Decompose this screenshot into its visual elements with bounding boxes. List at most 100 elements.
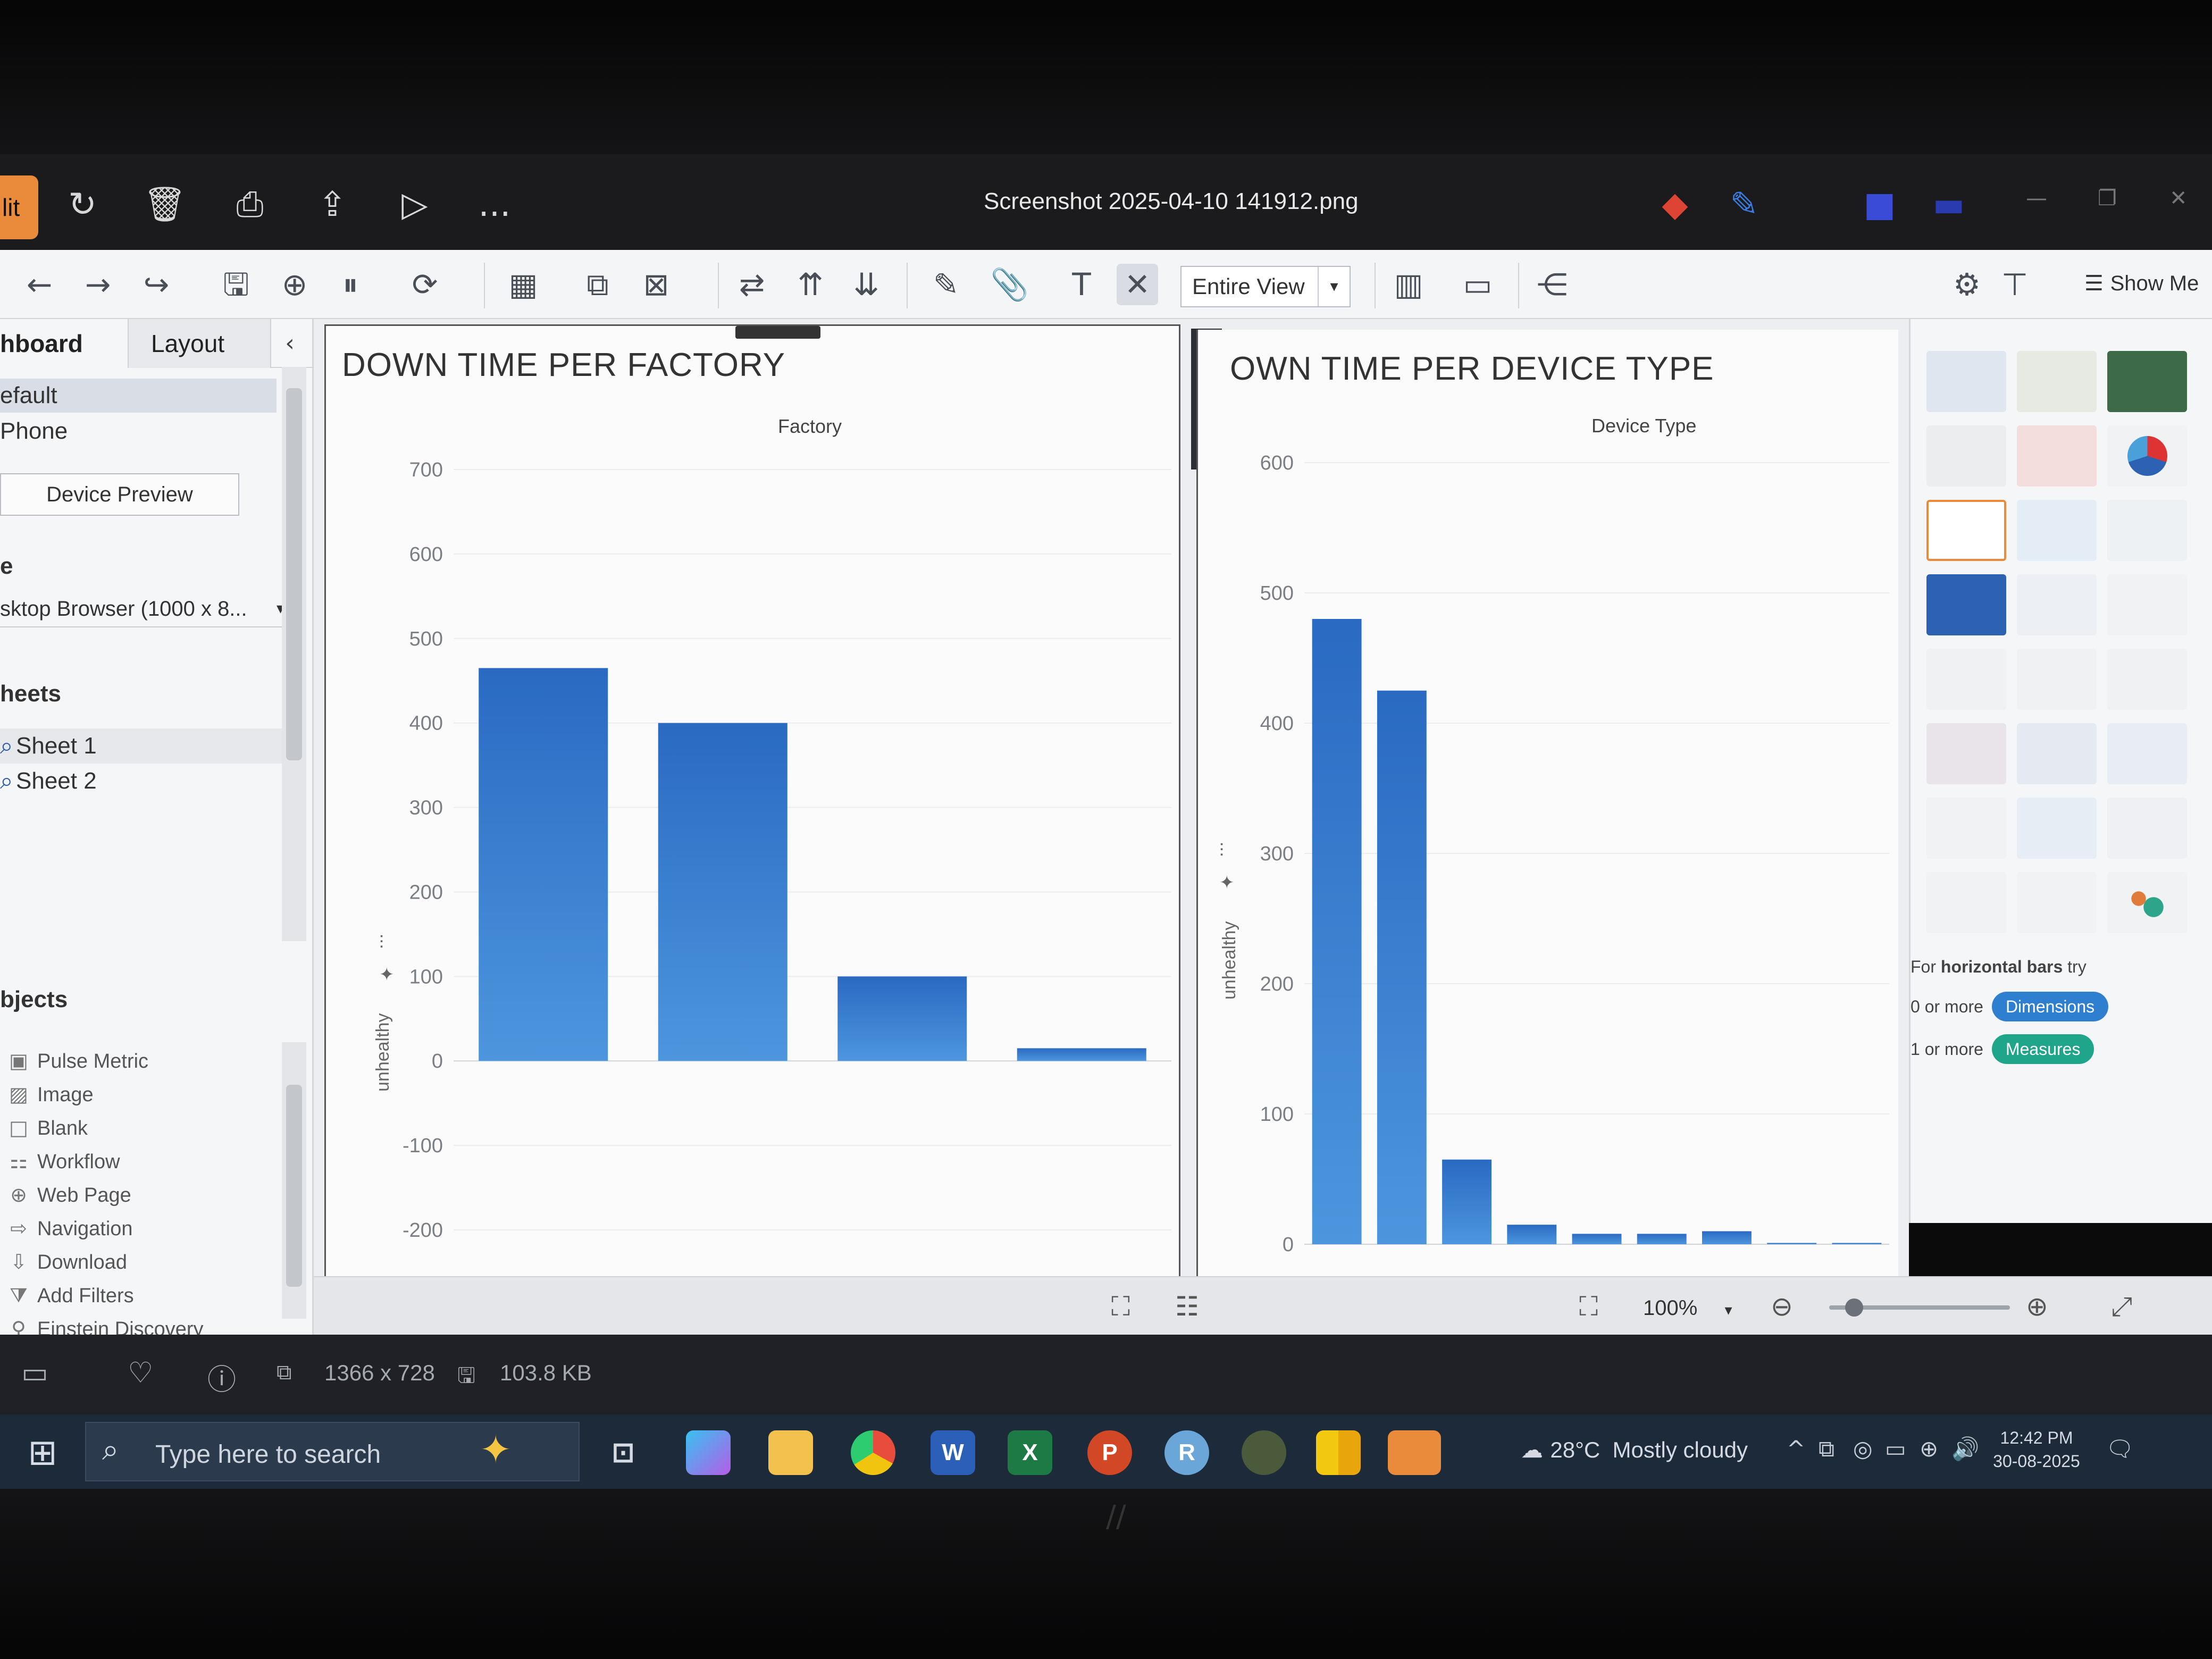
close-window-icon[interactable]: ✕ <box>2169 186 2188 211</box>
object-item[interactable]: ▣ Pulse Metric <box>0 1045 148 1077</box>
focus-icon[interactable]: ⛶ <box>1111 1291 1130 1322</box>
network-tray-icon[interactable]: ⧉ <box>1819 1436 1834 1462</box>
app-icon[interactable] <box>1242 1430 1286 1475</box>
bar[interactable] <box>1637 1234 1687 1244</box>
zoom-slider-knob[interactable] <box>1845 1298 1863 1317</box>
bar[interactable] <box>1507 1225 1557 1244</box>
photos-app-icon[interactable] <box>1388 1430 1441 1475</box>
weather-widget[interactable]: ☁ 28°C Mostly cloudy <box>1521 1437 1748 1463</box>
show-cards-icon[interactable]: ▥ <box>1388 264 1429 305</box>
zoom-out-icon[interactable]: ⊖ <box>1771 1291 1793 1322</box>
fit-select[interactable]: Entire View ▾ <box>1180 266 1351 307</box>
task-view-icon[interactable]: ⊡ <box>601 1430 646 1475</box>
power-bi-icon[interactable] <box>1316 1430 1361 1475</box>
duplicate-sheet-icon[interactable]: ⧉ <box>577 264 618 305</box>
filled-map-option[interactable] <box>2017 425 2097 487</box>
dual-combination-option[interactable] <box>2107 723 2187 784</box>
r-app-icon[interactable]: R <box>1164 1430 1209 1475</box>
fit-screen-icon[interactable]: ⛶ <box>1579 1291 1598 1322</box>
copilot-app-icon[interactable] <box>686 1430 731 1475</box>
zoom-in-icon[interactable]: ⊕ <box>2026 1291 2048 1322</box>
object-item[interactable]: ▨ Image <box>0 1078 94 1110</box>
device-preview-button[interactable]: Device Preview <box>0 473 239 516</box>
swap-axes-icon[interactable]: ⇄ <box>731 264 773 305</box>
box-whisker-option[interactable] <box>2107 798 2187 859</box>
chevron-down-icon[interactable]: ▾ <box>1318 267 1350 306</box>
object-item[interactable]: ⧩ Add Filters <box>0 1279 134 1311</box>
packed-bubbles-option[interactable] <box>2107 872 2187 933</box>
circle-views-option[interactable] <box>2017 574 2097 635</box>
bar[interactable] <box>837 976 967 1061</box>
bullet-graph-option[interactable] <box>2017 872 2097 933</box>
discrete-lines-option[interactable] <box>2017 649 2097 710</box>
fix-axes-icon[interactable]: ✕ <box>1117 264 1158 305</box>
forward-icon[interactable]: → <box>77 264 119 305</box>
favorite-icon[interactable]: ♡ <box>128 1356 153 1389</box>
area-continuous-option[interactable] <box>1926 723 2006 784</box>
continuous-lines-option[interactable] <box>1926 649 2006 710</box>
powerpoint-icon[interactable]: P <box>1087 1430 1132 1475</box>
bar[interactable] <box>1377 690 1427 1244</box>
volume-icon[interactable]: 🔊 <box>1951 1436 1979 1462</box>
gantt-option[interactable] <box>1926 872 2006 933</box>
sort-descending-icon[interactable]: ⇊ <box>845 264 887 305</box>
slideshow-icon[interactable]: ▷ <box>391 181 439 229</box>
scatter-plot-option[interactable] <box>1926 798 2006 859</box>
object-item[interactable]: ⇩ Download <box>0 1246 127 1278</box>
word-icon[interactable]: W <box>931 1430 975 1475</box>
scrollbar-thumb[interactable] <box>286 388 302 760</box>
copilot-spark-icon[interactable]: ✦ <box>480 1427 512 1472</box>
smart-icon[interactable]: ⚙ <box>1946 264 1988 305</box>
sort-ascending-icon[interactable]: ⇈ <box>790 264 831 305</box>
stacked-bars-option[interactable] <box>2017 500 2097 561</box>
bar[interactable] <box>1572 1234 1622 1244</box>
refresh-icon[interactable]: ⟳ <box>404 264 446 305</box>
back-icon[interactable]: ← <box>19 264 60 305</box>
fullscreen-icon[interactable]: ⤢ <box>2111 1291 2132 1322</box>
file-explorer-icon[interactable] <box>768 1430 813 1475</box>
device-item-default[interactable]: efault <box>0 379 276 413</box>
size-select[interactable]: sktop Browser (1000 x 8... ▾ <box>0 590 290 627</box>
highlight-table-option[interactable] <box>2107 351 2187 412</box>
taskbar-clock[interactable]: 12:42 PM 30-08-2025 <box>1989 1426 2084 1473</box>
area-discrete-option[interactable] <box>2017 723 2097 784</box>
device-item-phone[interactable]: Phone <box>0 418 68 445</box>
rotate-icon[interactable]: ↻ <box>58 181 106 229</box>
edit-button[interactable]: lit <box>0 175 38 239</box>
minimize-icon[interactable]: — <box>2026 186 2047 211</box>
chart-panel-factory[interactable]: DOWN TIME PER FACTORY Factory unhealthy … <box>324 324 1180 1281</box>
taskbar-search[interactable]: ⌕ Type here to search ✦ <box>85 1422 580 1481</box>
film-strip-icon[interactable]: ▭ <box>21 1356 48 1389</box>
more-options-icon[interactable]: ... <box>471 181 518 229</box>
chart-panel-device-type[interactable]: OWN TIME PER DEVICE TYPE Device Type unh… <box>1196 330 1898 1281</box>
share-workbook-icon[interactable]: ⋲ <box>1531 264 1573 305</box>
bar[interactable] <box>479 668 608 1061</box>
bar[interactable] <box>1767 1243 1817 1244</box>
zoom-select[interactable]: 100% ▾ <box>1643 1291 1749 1325</box>
scrollbar[interactable] <box>282 367 306 941</box>
app-icon-1[interactable]: ■ <box>1856 181 1904 229</box>
pie-chart-option[interactable] <box>2107 425 2187 487</box>
format-painter-icon[interactable]: ⊤ <box>1994 264 2035 305</box>
labels-icon[interactable]: T <box>1061 264 1102 305</box>
chrome-icon[interactable] <box>851 1430 895 1475</box>
tab-layout[interactable]: Layout <box>128 319 271 368</box>
bar[interactable] <box>658 723 787 1061</box>
histogram-option[interactable] <box>2017 798 2097 859</box>
pause-updates-icon[interactable]: ⏸ <box>330 264 371 305</box>
details-icon[interactable]: ☷ <box>1175 1291 1199 1322</box>
meet-now-icon[interactable]: ◎ <box>1853 1436 1873 1462</box>
sheet-item[interactable]: ⌕ Sheet 2 <box>0 764 298 799</box>
horizontal-bars-option[interactable] <box>1926 500 2006 561</box>
highlight-icon[interactable]: ✎ <box>925 264 967 305</box>
symbol-map-option[interactable] <box>1926 425 2006 487</box>
dual-lines-option[interactable] <box>2107 649 2187 710</box>
bar[interactable] <box>1312 619 1362 1244</box>
text-table-option[interactable] <box>1926 351 2006 412</box>
object-item[interactable]: ⇨ Navigation <box>0 1212 132 1244</box>
treemap-option[interactable] <box>1926 574 2006 635</box>
group-icon[interactable]: 📎 <box>989 264 1030 305</box>
share-icon[interactable]: ⇪ <box>308 181 356 229</box>
show-hidden-icons-icon[interactable]: ^ <box>1787 1436 1805 1462</box>
battery-icon[interactable]: ▭ <box>1885 1436 1906 1462</box>
